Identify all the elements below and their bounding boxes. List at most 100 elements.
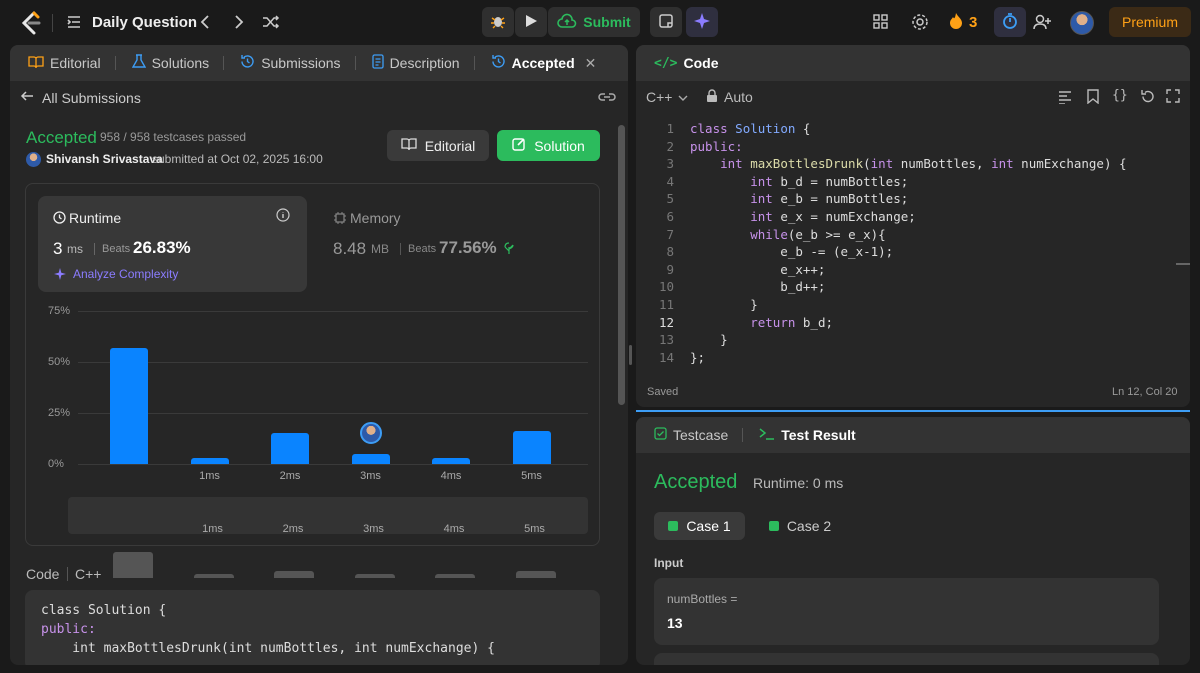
problem-list-title[interactable]: Daily Question [92,14,197,31]
settings-gear-icon[interactable] [911,13,929,31]
divider [354,56,356,70]
tab-label: Testcase [673,427,729,443]
notes-button[interactable] [650,7,682,37]
checkbox-icon [654,427,667,443]
language-select[interactable]: C++ [646,89,688,105]
memory-beats: 77.56% [439,238,497,257]
premium-label: Premium [1121,14,1178,30]
line-number: 9 [666,261,674,277]
auto-mode[interactable]: Auto [706,89,753,105]
premium-button[interactable]: Premium [1109,7,1191,37]
case-2-tab[interactable]: Case 2 [760,512,840,540]
shuffle-icon[interactable] [262,14,280,30]
minimap-label: 2ms [282,523,304,535]
code-line: int e_x = numExchange; [750,209,916,224]
history-icon [240,54,255,72]
play-icon [524,14,538,31]
divider [400,243,401,255]
solution-button[interactable]: Solution [497,130,600,161]
format-icon[interactable] [1058,90,1072,104]
scrollbar[interactable] [618,125,625,405]
memory-icon [334,211,346,227]
layout-grid-icon[interactable] [872,13,890,31]
back-link[interactable]: All Submissions [20,89,141,106]
run-button[interactable] [515,7,547,37]
code-block: class Solution { public: int maxBottlesD… [25,590,600,665]
tab-code[interactable]: </> Code [646,45,726,81]
minimap-bar [435,574,475,578]
tab-label: Code [683,55,719,71]
braces-icon[interactable]: {} [1112,88,1128,103]
line-number: 10 [658,279,674,295]
chevron-left-icon[interactable] [198,13,212,31]
minimap-bar [354,574,395,578]
code-line: int maxBottlesDrunk(int numBottles, int … [720,156,1127,172]
streak-counter[interactable]: 3 [948,12,977,33]
lock-icon [706,89,718,105]
avatar[interactable] [1070,11,1094,35]
tab-accepted[interactable]: Accepted ✕ [483,45,605,81]
logo[interactable] [20,11,42,35]
divider [67,567,68,581]
expand-icon[interactable] [1166,89,1180,103]
code-line: e_x++; [690,261,826,277]
username[interactable]: Shivansh Srivastava [46,152,163,166]
bookmark-icon[interactable] [1087,89,1099,104]
ai-button[interactable] [686,7,718,37]
code-line: b_d++; [690,279,826,295]
flame-icon [948,12,964,33]
tab-label: Accepted [511,55,575,71]
tab-description[interactable]: Description [364,45,483,81]
tab-label: Solutions [151,55,210,71]
minimap-bar [193,574,234,578]
variable-name: numBottles = [667,592,738,606]
minimap-label: 3ms [363,523,384,535]
line-number: 1 [666,121,674,136]
analyze-complexity-link[interactable]: Analyze Complexity [73,267,178,281]
runtime-beats: 26.83% [133,238,191,257]
tab-label: Editorial [50,55,101,71]
close-icon[interactable]: ✕ [585,55,597,72]
divider [114,56,116,70]
memory-unit: MB [371,242,389,256]
minimap-bar [515,570,556,578]
list-icon[interactable] [66,14,82,30]
runtime-card[interactable]: Runtime 3 ms Beats 26.83% Analyze Comple… [38,196,307,292]
line-number: 7 [666,226,674,242]
tab-submissions[interactable]: Submissions [232,45,363,81]
code-icon: </> [654,55,678,71]
input-box [654,653,1159,665]
variable-value: 13 [667,615,683,631]
link-icon[interactable] [598,90,616,104]
edit-icon [512,137,526,154]
check-icon [668,521,679,531]
check-icon [768,521,779,531]
scrollbar[interactable] [1176,263,1190,265]
divider [94,243,95,255]
tab-solutions[interactable]: Solutions [124,45,233,81]
chart-minimap[interactable] [68,497,588,534]
editorial-button[interactable]: Editorial [387,130,489,161]
case-1-tab[interactable]: Case 1 [654,512,745,540]
runtime-label: Runtime [69,210,122,226]
tab-test-result[interactable]: Test Result [751,417,863,453]
chevron-right-icon[interactable] [232,13,246,31]
debug-button[interactable] [482,7,514,37]
tab-editorial[interactable]: Editorial [20,45,124,81]
info-icon[interactable] [276,208,290,225]
panel-splitter[interactable] [629,345,632,365]
mode-label: Auto [724,89,753,105]
splitter-active[interactable] [636,410,1190,412]
input-label: Input [654,556,684,570]
terminal-icon [759,427,775,443]
submit-button[interactable]: Submit [548,7,640,37]
reset-icon[interactable] [1140,89,1155,104]
leaf-icon [502,241,516,258]
test-result-panel: Testcase Test Result Accepted Runtime: 0… [636,417,1190,665]
timer-button[interactable] [994,7,1026,37]
add-friend-icon[interactable] [1032,13,1052,31]
memory-beats-label: Beats [408,243,437,255]
left-panel: Editorial Solutions Submissions Descript… [10,45,628,665]
solution-label: Solution [534,137,585,154]
tab-testcase[interactable]: Testcase [646,417,751,453]
